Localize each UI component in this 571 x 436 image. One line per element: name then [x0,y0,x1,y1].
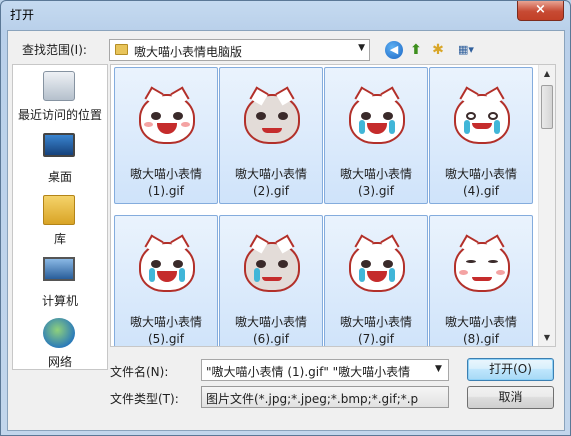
place-label: 网络 [47,355,72,369]
file-name: 嗷大喵小表情 (1).gif [129,167,202,198]
places-bar: 最近访问的位置 桌面 库 计算机 网络 [12,64,108,370]
file-item[interactable]: 嗷大喵小表情 (6).gif [219,215,323,346]
new-folder-icon[interactable]: ✱ [429,41,447,59]
lookin-label: 查找范围(I): [22,43,87,57]
close-button[interactable]: × [517,1,564,21]
cat-emoji-thumbnail [139,94,195,144]
window-title: 打开 [10,8,35,22]
cat-emoji-thumbnail [454,94,510,144]
scroll-thumb[interactable] [541,85,553,129]
file-item[interactable]: 嗷大喵小表情 (7).gif [324,215,428,346]
file-name: 嗷大喵小表情 (7).gif [339,315,412,346]
lookin-combobox[interactable]: 嗷大喵小表情电脑版 ▼ [109,39,370,61]
up-folder-icon[interactable]: ⬆ [407,41,425,59]
file-name: 嗷大喵小表情 (5).gif [129,315,202,346]
open-file-dialog: 打开 × 查找范围(I): 嗷大喵小表情电脑版 ▼ ◀ ⬆ ✱ ▦▾ 最近访问的… [0,0,571,436]
recent-places-icon [43,71,75,101]
scroll-down-icon[interactable]: ▼ [539,329,555,346]
file-item[interactable]: 嗷大喵小表情 (4).gif [429,67,533,204]
file-item[interactable]: 嗷大喵小表情 (2).gif [219,67,323,204]
file-name: 嗷大喵小表情 (3).gif [339,167,412,198]
scroll-up-icon[interactable]: ▲ [539,65,555,82]
place-label: 库 [53,232,66,246]
network-icon [43,318,75,348]
place-label: 最近访问的位置 [17,108,102,122]
place-desktop[interactable]: 桌面 [13,133,107,193]
chevron-down-icon[interactable]: ▼ [435,364,442,374]
cancel-button[interactable]: 取消 [467,386,554,409]
cat-emoji-thumbnail [244,242,300,292]
file-item[interactable]: 嗷大喵小表情 (8).gif [429,215,533,346]
place-label: 计算机 [41,294,78,308]
cat-emoji-thumbnail [139,242,195,292]
open-button[interactable]: 打开(O) [467,358,554,381]
place-computer[interactable]: 计算机 [13,257,107,317]
filetype-select[interactable]: 图片文件(*.jpg;*.jpeg;*.bmp;*.gif;*.p [201,386,449,408]
place-label: 桌面 [47,170,72,184]
folder-icon [115,44,128,55]
file-item[interactable]: 嗷大喵小表情 (5).gif [114,215,218,346]
cat-emoji-thumbnail [244,94,300,144]
cat-emoji-thumbnail [349,94,405,144]
chevron-down-icon[interactable]: ▼ [358,43,365,53]
back-icon[interactable]: ◀ [385,41,403,59]
lookin-value: 嗷大喵小表情电脑版 [134,45,243,59]
title-bar[interactable]: 打开 × [1,1,570,27]
place-recent[interactable]: 最近访问的位置 [13,71,107,131]
file-name: 嗷大喵小表情 (4).gif [444,167,517,198]
file-name: 嗷大喵小表情 (8).gif [444,315,517,346]
filetype-label: 文件类型(T): [110,392,179,406]
views-menu-icon[interactable]: ▦▾ [453,41,479,59]
file-item[interactable]: 嗷大喵小表情 (1).gif [114,67,218,204]
file-list[interactable]: 嗷大喵小表情 (1).gif 嗷大喵小表情 (2).gif 嗷大喵小表情 (3).gi… [110,64,556,347]
place-libraries[interactable]: 库 [13,195,107,255]
computer-icon [43,257,75,281]
cat-emoji-thumbnail [349,242,405,292]
vertical-scrollbar[interactable]: ▲ ▼ [538,65,555,346]
file-name: 嗷大喵小表情 (2).gif [234,167,307,198]
cat-emoji-thumbnail [454,242,510,292]
file-item[interactable]: 嗷大喵小表情 (3).gif [324,67,428,204]
libraries-icon [43,195,75,225]
filename-input[interactable]: "嗷大喵小表情 (1).gif" "嗷大喵小表情 [201,359,449,381]
desktop-icon [43,133,75,157]
file-name: 嗷大喵小表情 (6).gif [234,315,307,346]
filename-label: 文件名(N): [110,365,169,379]
place-network[interactable]: 网络 [13,318,107,378]
